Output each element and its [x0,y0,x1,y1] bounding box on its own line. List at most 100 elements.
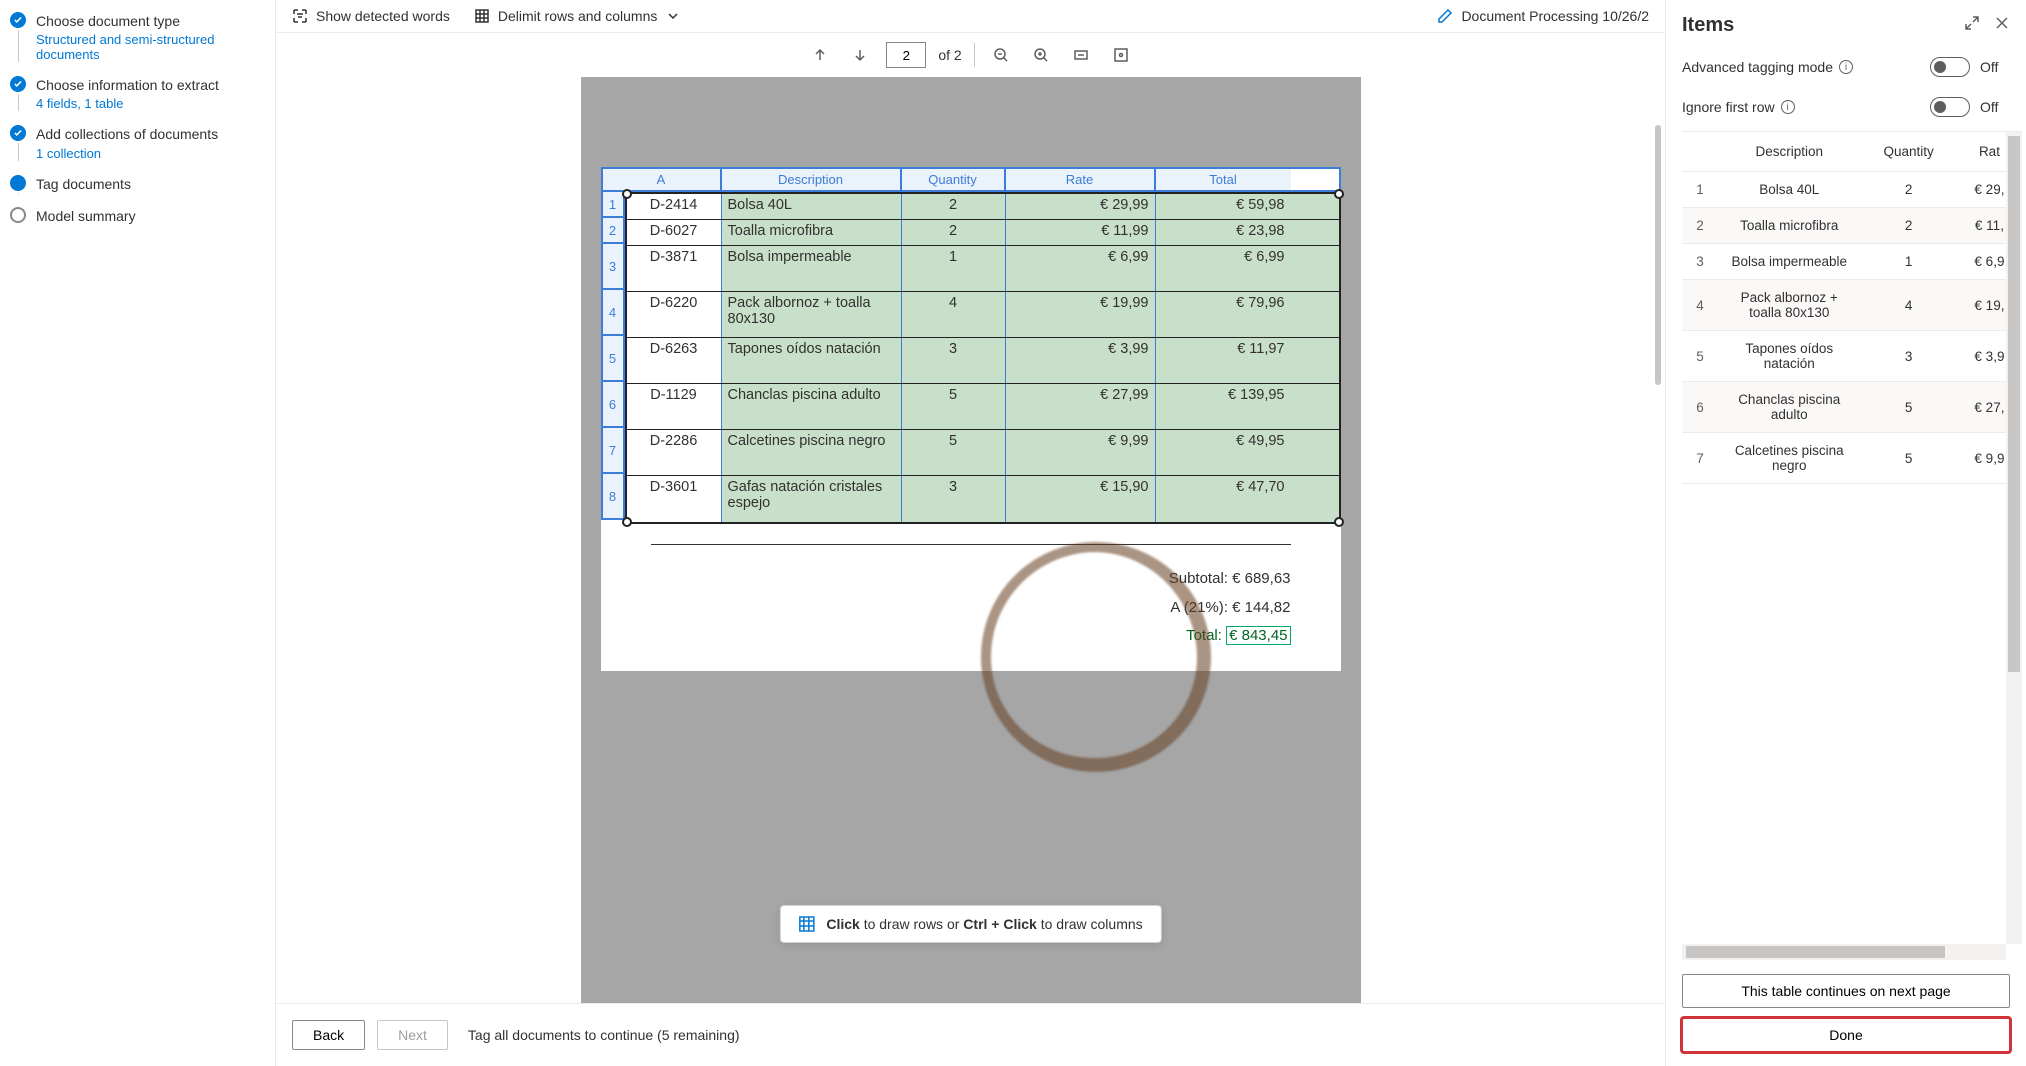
done-button[interactable]: Done [1682,1018,2010,1052]
table-draw-icon [798,916,814,932]
info-icon[interactable]: i [1839,60,1853,74]
delimit-label: Delimit rows and columns [498,8,658,24]
pt-col-desc: Description [1718,132,1860,172]
col-header[interactable]: Rate [1006,169,1156,190]
row-label[interactable]: 6 [601,382,625,428]
panel-row[interactable]: 1 Bolsa 40L 2 € 29, [1682,172,2022,208]
fit-page-button[interactable] [1107,41,1135,69]
scrollbar-vertical[interactable] [1655,125,1661,1003]
step-title: Model summary [36,207,265,225]
col-header[interactable]: Total [1156,169,1291,190]
resize-handle-tr[interactable] [1334,189,1344,199]
cell-total: € 47,70 [1156,476,1291,522]
row-label[interactable]: 7 [601,428,625,474]
cell-code: D-3871 [627,246,722,291]
close-icon[interactable] [1994,15,2010,36]
panel-row[interactable]: 4 Pack albornoz + toalla 80x130 4 € 19, [1682,280,2022,331]
cell-rate: € 11,99 [1006,220,1156,245]
cell-desc: Gafas natación cristales espejo [722,476,902,522]
panel-scrollbar-v[interactable] [2006,132,2022,944]
coffee-stain [962,524,1228,790]
row-label[interactable]: 3 [601,244,625,290]
cell-qty: 2 [902,220,1006,245]
advanced-tagging-row: Advanced tagging modei Off [1666,47,2026,87]
page-input[interactable] [886,42,926,68]
cell-qty: 5 [902,430,1006,475]
panel-scrollbar-h[interactable] [1682,944,2006,960]
pt-qty: 2 [1860,172,1956,208]
cell-desc: Tapones oídos natación [722,338,902,383]
panel-row[interactable]: 2 Toalla microfibra 2 € 11, [1682,208,2022,244]
wizard-step[interactable]: Tag documents [10,175,265,193]
panel-title: Items [1682,14,1964,37]
table-row[interactable]: D-6220 Pack albornoz + toalla 80x130 4 €… [627,292,1339,338]
panel-row[interactable]: 7 Calcetines piscina negro 5 € 9,9 [1682,433,2022,484]
cell-qty: 1 [902,246,1006,291]
step-subtitle: Structured and semi-structured documents [36,32,265,62]
col-header[interactable]: Quantity [902,169,1006,190]
col-header[interactable]: Description [722,169,902,190]
cell-code: D-2286 [627,430,722,475]
resize-handle-tl[interactable] [622,189,632,199]
panel-row[interactable]: 3 Bolsa impermeable 1 € 6,9 [1682,244,2022,280]
document-name[interactable]: Document Processing 10/26/2 [1437,8,1649,24]
wizard-step[interactable]: Model summary [10,207,265,225]
show-detected-words-button[interactable]: Show detected words [292,8,450,24]
back-button[interactable]: Back [292,1020,365,1050]
continues-next-page-button[interactable]: This table continues on next page [1682,974,2010,1008]
info-icon[interactable]: i [1781,100,1795,114]
cell-qty: 4 [902,292,1006,337]
table-row[interactable]: D-2286 Calcetines piscina negro 5 € 9,99… [627,430,1339,476]
table-icon [474,8,490,24]
cell-rate: € 6,99 [1006,246,1156,291]
doc-totals: Subtotal: € 689,63 A (21%): € 144,82 Tot… [601,565,1341,671]
col-header[interactable]: A [603,169,722,190]
delimit-button[interactable]: Delimit rows and columns [474,8,682,24]
cell-qty: 5 [902,384,1006,429]
hint-text: Click to draw rows or Ctrl + Click to dr… [826,916,1142,932]
zoom-out-button[interactable] [987,41,1015,69]
expand-icon[interactable] [1964,15,1980,36]
wizard-step[interactable]: Choose information to extract 4 fields, … [10,76,265,111]
selection-table[interactable]: ADescriptionQuantityRateTotal 12345678 D… [601,167,1341,524]
table-row[interactable]: D-3601 Gafas natación cristales espejo 3… [627,476,1339,522]
document-canvas[interactable]: ADescriptionQuantityRateTotal 12345678 D… [276,77,1665,1003]
row-label[interactable]: 2 [601,218,625,244]
adv-tag-label: Advanced tagging mode [1682,59,1833,75]
row-label[interactable]: 8 [601,474,625,520]
row-label[interactable]: 4 [601,290,625,336]
page-of-label: of 2 [938,47,961,63]
row-label[interactable]: 5 [601,336,625,382]
zoom-in-button[interactable] [1027,41,1055,69]
arrow-down-icon [852,47,868,63]
table-row[interactable]: D-1129 Chanclas piscina adulto 5 € 27,99… [627,384,1339,430]
pt-col-n [1682,132,1718,172]
advanced-tagging-toggle[interactable] [1930,57,1970,77]
text-detect-icon [292,8,308,24]
row-label[interactable]: 1 [601,192,625,218]
table-row[interactable]: D-2414 Bolsa 40L 2 € 29,99 € 59,98 [627,194,1339,220]
wizard-step[interactable]: Choose document type Structured and semi… [10,12,265,62]
panel-row[interactable]: 5 Tapones oídos natación 3 € 3,9 [1682,331,2022,382]
resize-handle-br[interactable] [1334,517,1344,527]
pt-qty: 3 [1860,331,1956,382]
panel-row[interactable]: 6 Chanclas piscina adulto 5 € 27, [1682,382,2022,433]
ignore-first-toggle[interactable] [1930,97,1970,117]
pt-qty: 5 [1860,382,1956,433]
show-words-label: Show detected words [316,8,450,24]
pen-icon [1437,8,1453,24]
pt-n: 6 [1682,382,1718,433]
footer: Back Next Tag all documents to continue … [276,1003,1665,1066]
table-row[interactable]: D-6027 Toalla microfibra 2 € 11,99 € 23,… [627,220,1339,246]
page-up-button[interactable] [806,41,834,69]
table-row[interactable]: D-3871 Bolsa impermeable 1 € 6,99 € 6,99 [627,246,1339,292]
fit-width-button[interactable] [1067,41,1095,69]
wizard-step[interactable]: Add collections of documents 1 collectio… [10,125,265,160]
cell-code: D-6027 [627,220,722,245]
cell-desc: Bolsa impermeable [722,246,902,291]
page-down-button[interactable] [846,41,874,69]
cell-total: € 79,96 [1156,292,1291,337]
resize-handle-bl[interactable] [622,517,632,527]
table-row[interactable]: D-6263 Tapones oídos natación 3 € 3,99 €… [627,338,1339,384]
cell-qty: 3 [902,338,1006,383]
